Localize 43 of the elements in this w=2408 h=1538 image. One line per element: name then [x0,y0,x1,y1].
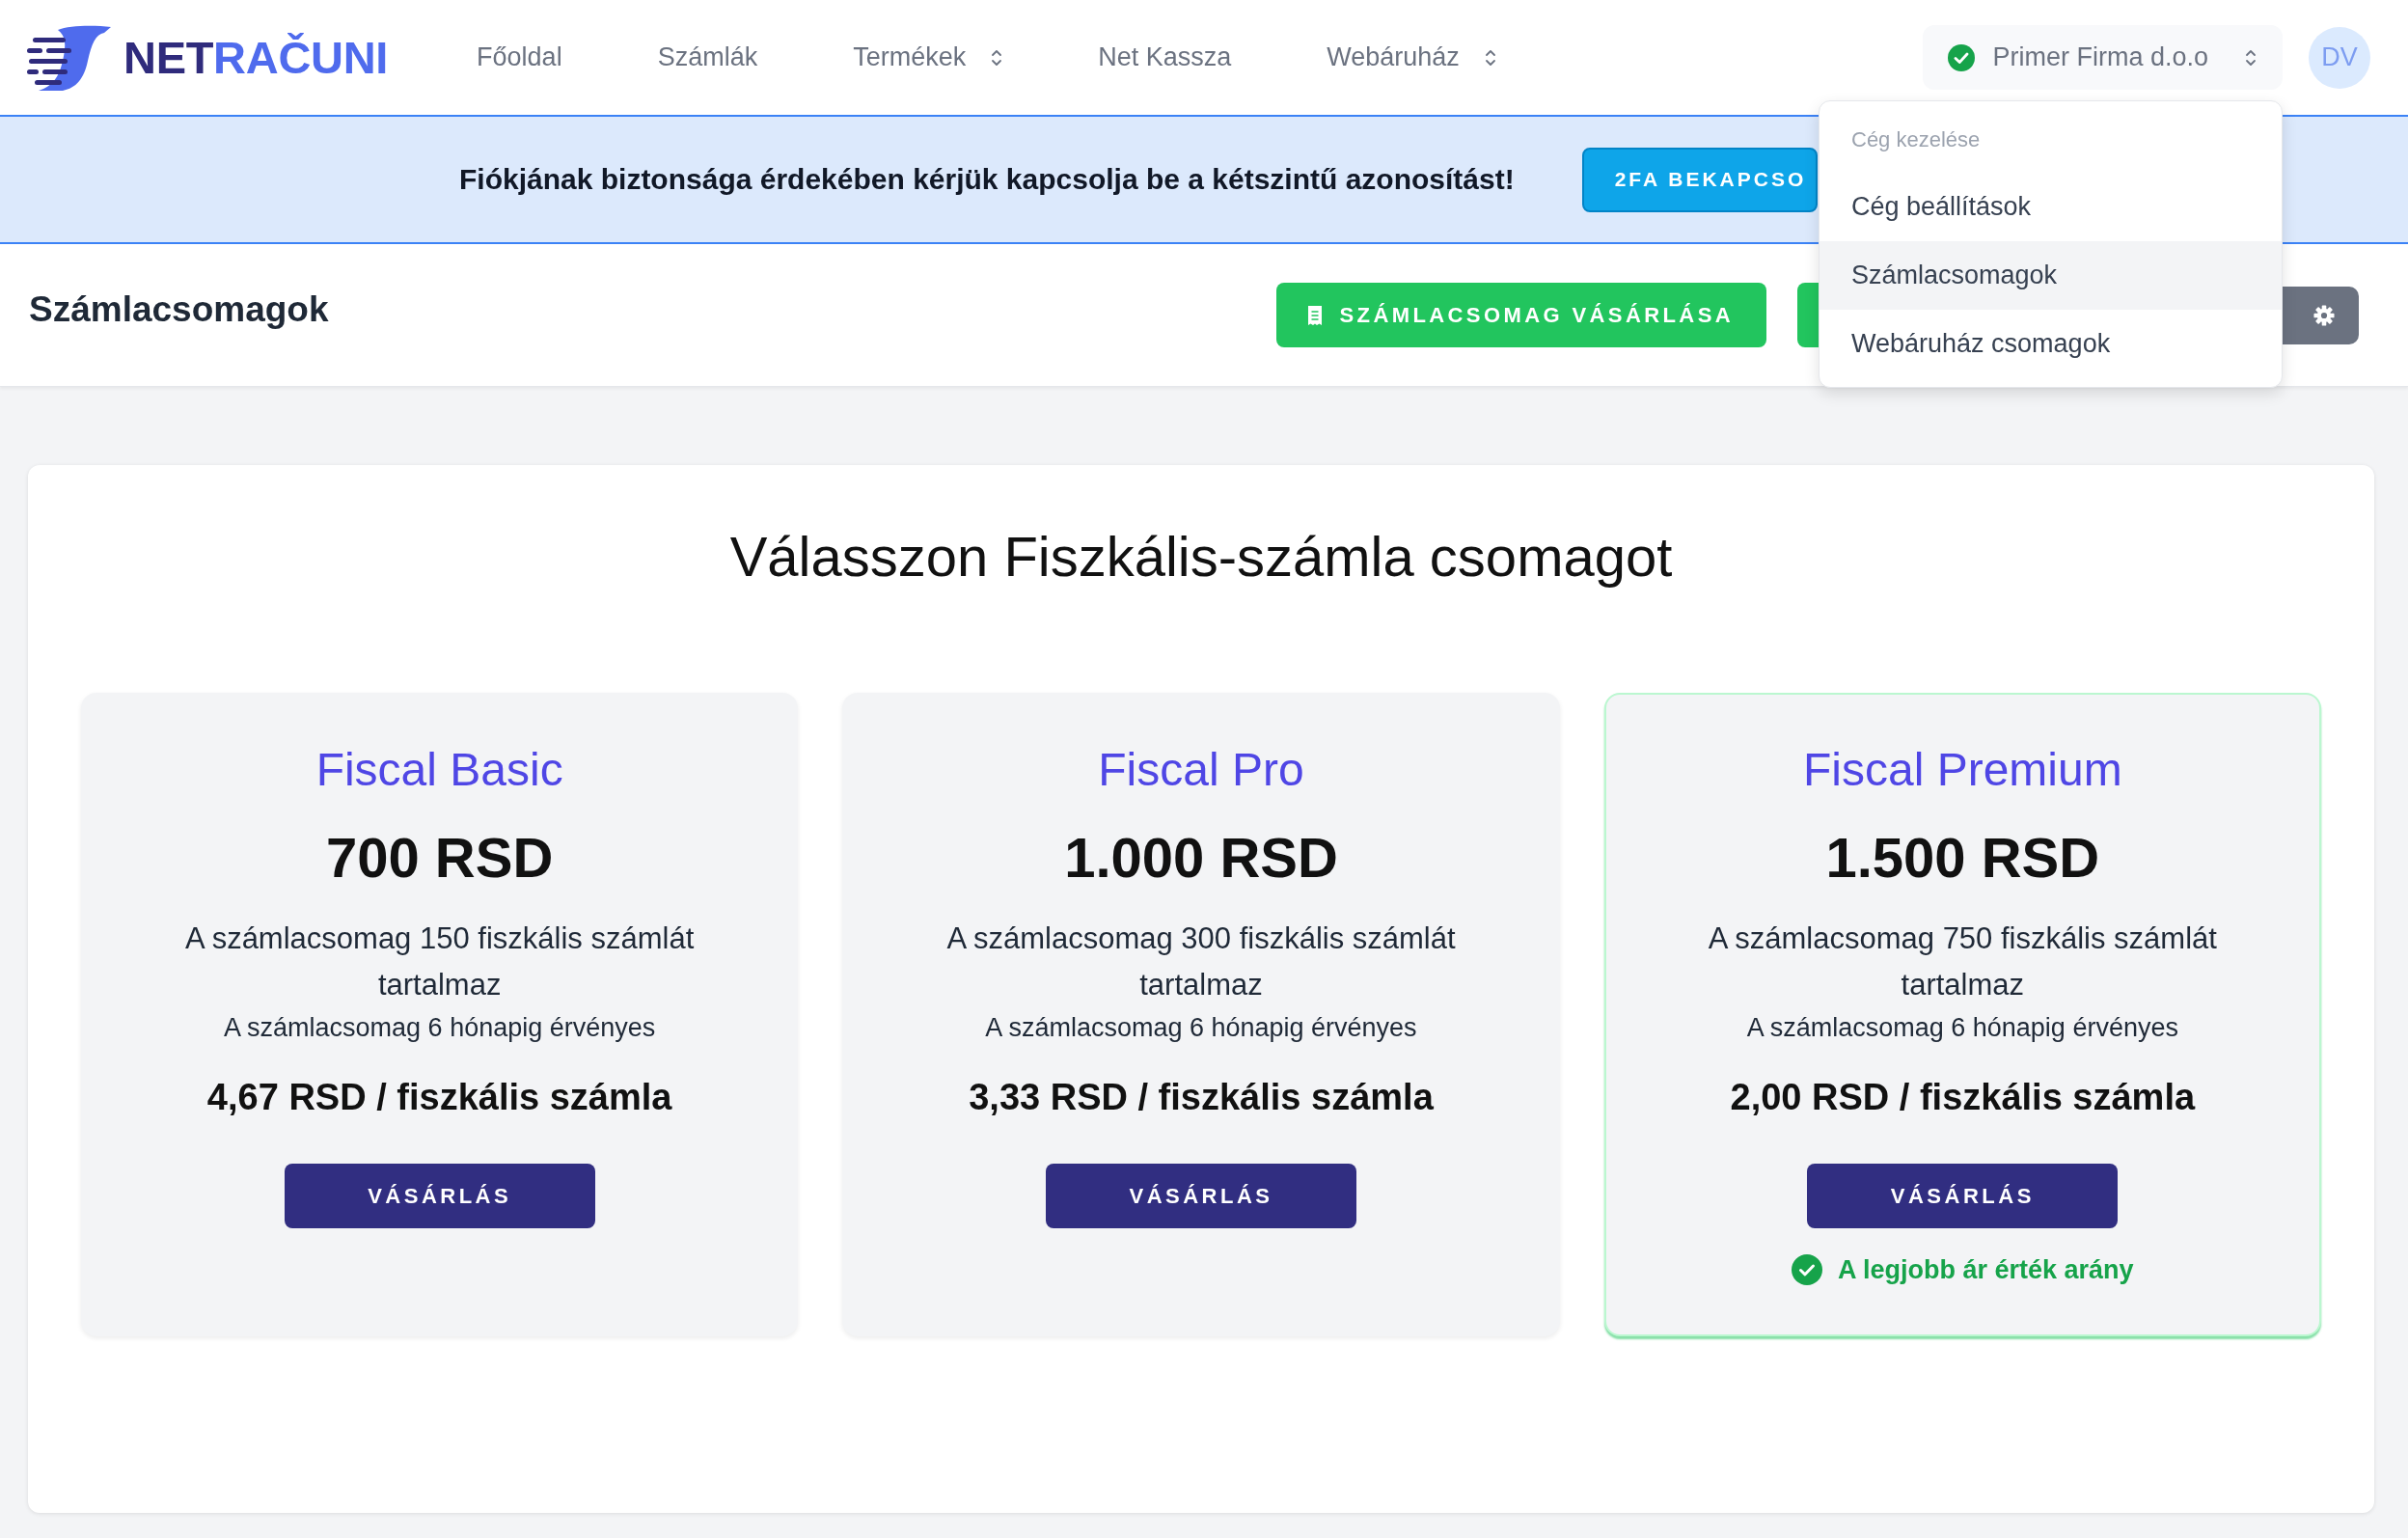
unit-price: 3,33 RSD / fiszkális számla [969,1076,1434,1119]
plan-name: Fiscal Pro [1098,743,1304,797]
updown-chevron-icon [2245,47,2257,68]
menu-item[interactable]: Számlacsomagok [1820,241,2282,310]
menu-item[interactable]: Webáruház csomagok [1820,310,2282,378]
updown-chevron-icon [1484,47,1496,68]
banner-message: Fiókjának biztonsága érdekében kérjük kapcsolja be a kétszintű azonosítást! [459,163,1515,196]
unit-price: 2,00 RSD / fiszkális számla [1730,1076,2196,1119]
plan-description: A számlacsomag 750 fiszkális számlát tartalmaz [1707,920,2218,1003]
buy-button[interactable]: VÁSÁRLÁS [284,1164,595,1228]
plan-name: Fiscal Premium [1802,743,2122,797]
logo-icon [27,23,112,92]
nav-link[interactable]: Főoldal [477,42,562,72]
plan-validity: A számlacsomag 6 hónapig érvényes [1746,1012,2178,1044]
buy-button[interactable]: VÁSÁRLÁS [1807,1164,2119,1228]
unit-price: 4,67 RSD / fiszkális számla [206,1076,672,1119]
nav-link[interactable]: Számlák [657,42,758,72]
plan-validity: A számlacsomag 6 hónapig érvényes [224,1012,656,1044]
page-title: Számlacsomagok [29,288,329,330]
plan-price: 1.500 RSD [1825,825,2100,891]
best-value-label: A legjobb ár érték arány [1838,1254,2134,1286]
company-name: Primer Firma d.o.o [1992,42,2208,72]
enable-2fa-button[interactable]: 2FA BEKAPCSO [1581,147,1819,212]
plan-price: 700 RSD [326,825,554,891]
plan-validity: A számlacsomag 6 hónapig érvényes [985,1012,1417,1044]
check-circle-icon [1792,1254,1822,1285]
updown-chevron-icon [991,47,1003,68]
plan-description: A számlacsomag 150 fiszkális számlát tartalmaz [184,920,696,1003]
receipt-icon [1306,304,1323,326]
plan-price: 1.000 RSD [1064,825,1338,891]
menu-heading: Cég kezelése [1850,126,1982,153]
nav-link[interactable]: Net Kassza [1098,42,1232,72]
settings-icon [2312,304,2335,326]
menu-item[interactable]: Cég beállítások [1820,173,2282,241]
settings-button[interactable] [2283,286,2359,344]
nav-link[interactable]: Termékek [853,42,1003,72]
plan-description: A számlacsomag 300 fiszkális számlát tartalmaz [945,920,1457,1003]
plan-name: Fiscal Basic [315,743,563,797]
logo-wordmark: NETRAČUNI [123,35,389,80]
company-selector[interactable]: Primer Firma d.o.o [1923,25,2283,90]
nav-link[interactable]: Webáruház [1327,42,1496,72]
buy-button[interactable]: VÁSÁRLÁS [1046,1164,1356,1228]
section-heading: Válasszon Fiszkális-számla csomagot [729,524,1673,590]
